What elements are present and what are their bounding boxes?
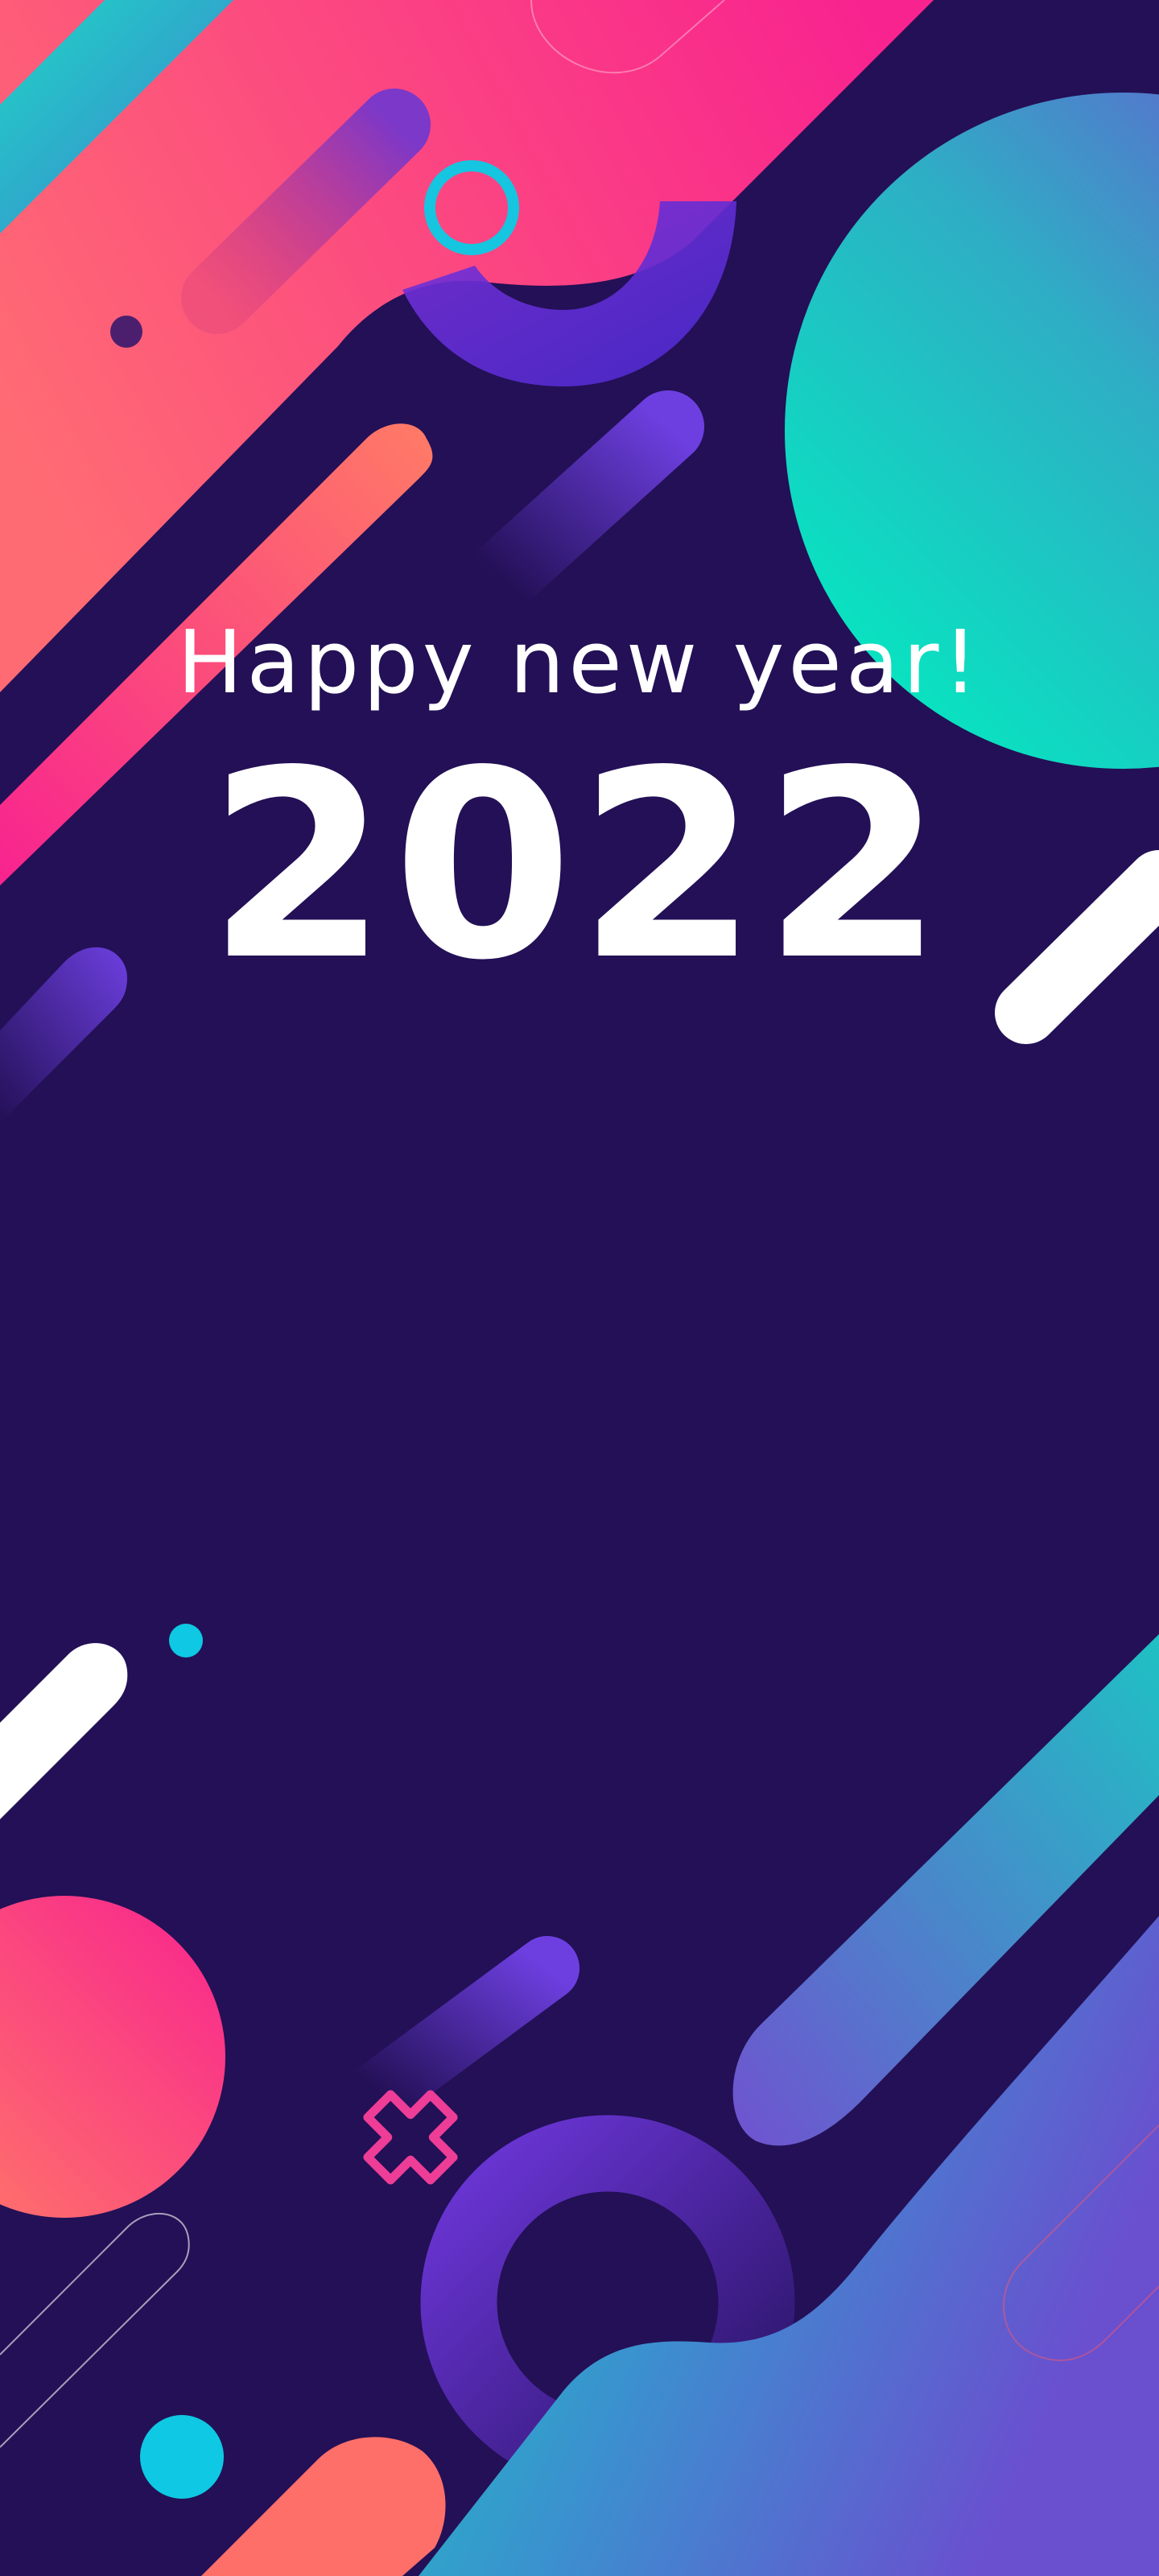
violet-faded-capsule-bottom (346, 1936, 580, 2125)
small-cyan-dot (169, 1624, 203, 1657)
thin-outline-capsule-bottom (0, 2212, 190, 2448)
cyan-dot-bottom (140, 2415, 224, 2499)
year-text: 2022 (207, 715, 949, 1017)
greeting-text: Happy new year! (177, 613, 982, 713)
abstract-background-art (0, 0, 1159, 2576)
violet-capsule-left (0, 947, 127, 1123)
small-dark-dot (110, 316, 142, 348)
white-slash (995, 850, 1159, 1044)
white-bar-lower-left (0, 1643, 128, 1819)
pink-coral-circle (0, 1896, 225, 2218)
violet-faded-capsule (463, 390, 704, 616)
new-year-banner: Happy new year! 2022 (0, 0, 1159, 2576)
coral-capsule-bottom (201, 2437, 446, 2576)
